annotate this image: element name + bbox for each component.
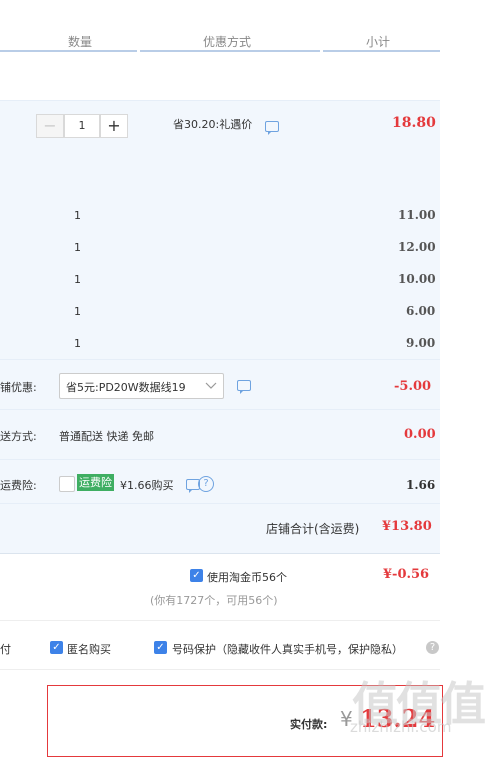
shop-discount-label: 铺优惠: (0, 381, 37, 394)
payment-label: 实付款: (290, 718, 328, 731)
divider (0, 459, 440, 460)
increase-button[interactable]: + (100, 114, 128, 138)
quantity-input[interactable]: 1 (64, 114, 100, 138)
header-divider (140, 50, 320, 52)
quantity-stepper: − 1 + (36, 114, 128, 138)
sub-item-qty: 1 (74, 209, 81, 222)
insurance-checkbox[interactable] (59, 476, 75, 492)
sub-item-qty: 1 (74, 337, 81, 350)
shop-total-label: 店铺合计(含运费) (266, 522, 360, 536)
sub-item-price: 11.00 (398, 208, 436, 222)
question-icon[interactable]: ? (426, 641, 439, 654)
chevron-down-icon (205, 382, 217, 389)
sub-item-qty: 1 (74, 305, 81, 318)
sub-item-price: 12.00 (398, 240, 436, 254)
item-discount-text: 省30.20:礼遇价 (173, 118, 253, 131)
sub-item-price: 10.00 (398, 272, 436, 286)
shop-discount-selected: 省5元:PD20W数据线19 (66, 381, 186, 394)
insurance-text: ¥1.66购买 (120, 479, 174, 492)
col-header-discount: 优惠方式 (203, 35, 252, 49)
coins-label: 使用淘金币56个 (207, 571, 287, 584)
divider (0, 553, 440, 554)
col-header-subtotal: 小计 (366, 35, 391, 49)
header-divider (323, 50, 440, 52)
insurance-label: 运费险: (0, 479, 37, 492)
item-band (0, 101, 440, 359)
privacy-checkbox[interactable]: ✓ (154, 641, 167, 654)
coins-note: (你有1727个，可用56个) (150, 594, 278, 607)
sub-item-price: 6.00 (406, 304, 436, 318)
watermark-url: zhizhizhi.com (350, 718, 452, 736)
anonymous-checkbox[interactable]: ✓ (50, 641, 63, 654)
sub-item-qty: 1 (74, 273, 81, 286)
insurance-tag: 运费险 (77, 474, 114, 491)
coins-amount: ¥-0.56 (383, 567, 430, 582)
check-icon: ✓ (192, 570, 201, 581)
chat-icon[interactable] (265, 121, 279, 135)
shipping-value: 普通配送 快递 免邮 (59, 430, 154, 443)
privacy-label: 号码保护（隐藏收件人真实手机号，保护隐私） (172, 643, 403, 656)
coins-checkbox[interactable]: ✓ (190, 569, 203, 582)
anonymous-label: 匿名购买 (67, 643, 111, 656)
col-header-qty: 数量 (68, 35, 93, 49)
chat-icon[interactable] (237, 380, 251, 394)
shipping-label: 送方式: (0, 430, 37, 443)
divider (0, 409, 440, 410)
insurance-amount: 1.66 (406, 478, 436, 492)
shipping-amount: 0.00 (404, 427, 436, 442)
shop-discount-select[interactable]: 省5元:PD20W数据线19 (59, 373, 224, 399)
divider (0, 503, 440, 504)
header-divider (0, 50, 137, 52)
help-icon[interactable]: ? (198, 476, 214, 492)
shop-discount-amount: -5.00 (394, 379, 432, 394)
divider (0, 359, 440, 360)
pay-option-fragment: 付 (0, 643, 11, 656)
check-icon: ✓ (156, 642, 165, 653)
item-subtotal: 18.80 (392, 115, 436, 131)
shop-total-amount: ¥13.80 (382, 519, 432, 534)
decrease-button[interactable]: − (36, 114, 64, 138)
divider (0, 620, 440, 621)
check-icon: ✓ (52, 642, 61, 653)
sub-item-qty: 1 (74, 241, 81, 254)
sub-item-price: 9.00 (406, 336, 436, 350)
